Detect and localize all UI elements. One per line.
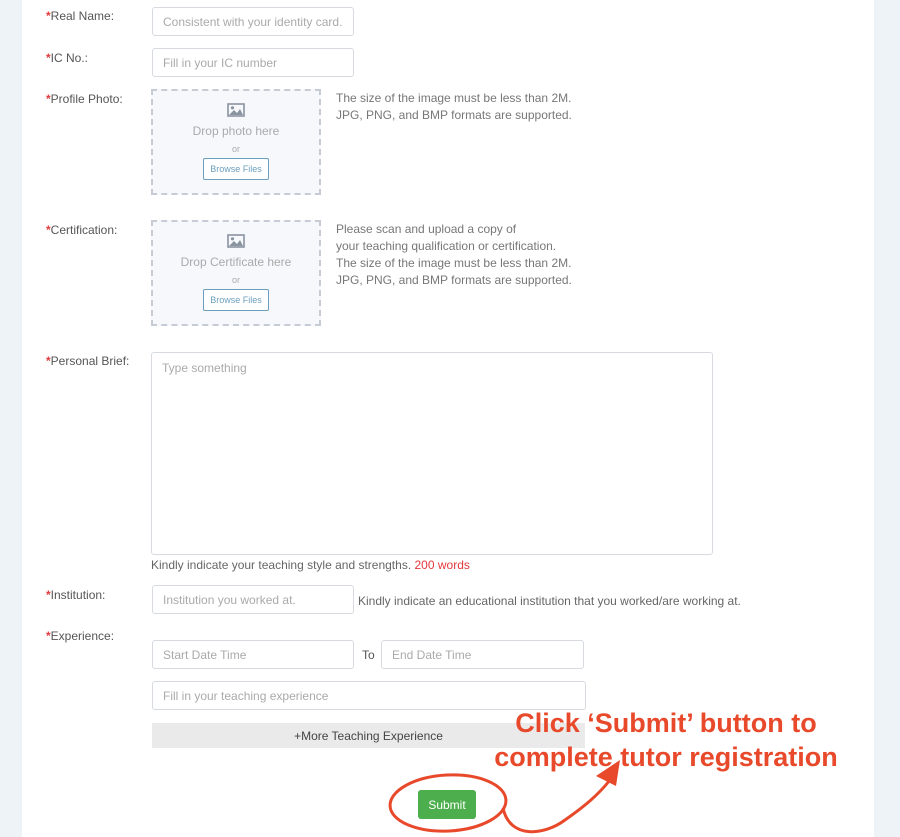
certification-note: Please scan and upload a copy of your te…	[336, 221, 572, 289]
certification-dropzone[interactable]: Drop Certificate here or Browse Files	[151, 220, 321, 326]
dropzone-text: Drop photo here	[192, 124, 280, 138]
personal-brief-hint: Kindly indicate your teaching style and …	[151, 558, 470, 572]
browse-files-button[interactable]: Browse Files	[203, 158, 269, 180]
note-line: your teaching qualification or certifica…	[336, 239, 557, 253]
end-date-input[interactable]	[381, 640, 584, 669]
or-text: or	[231, 144, 240, 154]
note-line: JPG, PNG, and BMP formats are supported.	[336, 273, 572, 287]
annotation-line: complete tutor registration	[494, 742, 838, 772]
image-icon	[153, 234, 319, 251]
submit-button[interactable]: Submit	[418, 790, 476, 819]
profile-photo-dropzone[interactable]: Drop photo here or Browse Files	[151, 89, 321, 195]
profile-photo-note: The size of the image must be less than …	[336, 90, 572, 124]
institution-label: *Institution:	[46, 588, 106, 602]
institution-hint: Kindly indicate an educational instituti…	[358, 594, 741, 608]
personal-brief-textarea[interactable]	[151, 352, 713, 555]
real-name-label: *Real Name:	[46, 9, 115, 23]
personal-brief-label: *Personal Brief:	[46, 354, 130, 368]
ic-no-label: *IC No.:	[46, 51, 89, 65]
ic-no-input[interactable]	[152, 48, 354, 77]
dropzone-text: Drop Certificate here	[180, 255, 292, 269]
to-label: To	[362, 648, 375, 662]
real-name-input[interactable]	[152, 7, 354, 36]
certification-label: *Certification:	[46, 223, 118, 237]
note-line: The size of the image must be less than …	[336, 256, 572, 270]
start-date-input[interactable]	[152, 640, 354, 669]
experience-label: *Experience:	[46, 629, 115, 643]
word-limit: 200 words	[414, 558, 470, 572]
annotation-callout: Click ‘Submit’ button to complete tutor …	[478, 706, 854, 774]
or-text: or	[231, 275, 240, 285]
institution-input[interactable]	[152, 585, 354, 614]
note-line: Please scan and upload a copy of	[336, 222, 517, 236]
note-line: The size of the image must be less than …	[336, 91, 572, 105]
browse-files-button[interactable]: Browse Files	[203, 289, 269, 311]
annotation-line: Click ‘Submit’ button to	[515, 708, 817, 738]
image-icon	[153, 103, 319, 120]
profile-photo-label: *Profile Photo:	[46, 92, 123, 106]
note-line: JPG, PNG, and BMP formats are supported.	[336, 108, 572, 122]
